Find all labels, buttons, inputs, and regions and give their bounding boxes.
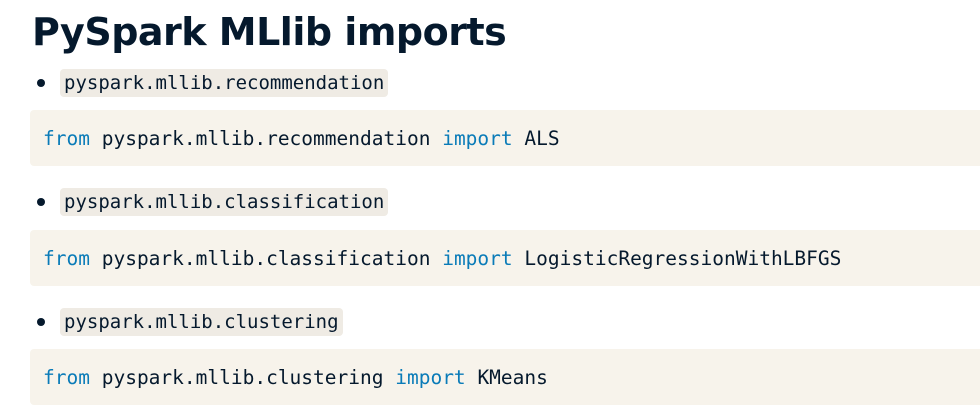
- bullet-icon: [37, 79, 45, 87]
- list-item: pyspark.mllib.recommendation: [32, 68, 389, 98]
- module-name-inline-code: pyspark.mllib.classification: [60, 188, 389, 216]
- code-module: pyspark.mllib.clustering: [101, 365, 384, 389]
- code-block: from pyspark.mllib.classification import…: [30, 230, 980, 286]
- module-name-inline-code: pyspark.mllib.recommendation: [60, 69, 389, 97]
- keyword-from: from: [43, 365, 90, 389]
- keyword-from: from: [43, 246, 90, 270]
- keyword-from: from: [43, 126, 90, 150]
- code-block: from pyspark.mllib.clustering import KMe…: [30, 349, 980, 405]
- bullet-icon: [37, 198, 45, 206]
- page-title: PySpark MLlib imports: [32, 10, 507, 54]
- module-name-inline-code: pyspark.mllib.clustering: [60, 308, 343, 336]
- list-item: pyspark.mllib.classification: [32, 187, 389, 217]
- keyword-import: import: [442, 126, 513, 150]
- code-imported-name: LogisticRegressionWithLBFGS: [524, 246, 842, 270]
- code-imported-name: ALS: [524, 126, 560, 150]
- code-module: pyspark.mllib.recommendation: [101, 126, 431, 150]
- code-imported-name: KMeans: [477, 365, 548, 389]
- code-module: pyspark.mllib.classification: [101, 246, 431, 270]
- list-item: pyspark.mllib.clustering: [32, 307, 343, 337]
- keyword-import: import: [442, 246, 513, 270]
- keyword-import: import: [395, 365, 466, 389]
- bullet-icon: [37, 318, 45, 326]
- code-block: from pyspark.mllib.recommendation import…: [30, 110, 980, 166]
